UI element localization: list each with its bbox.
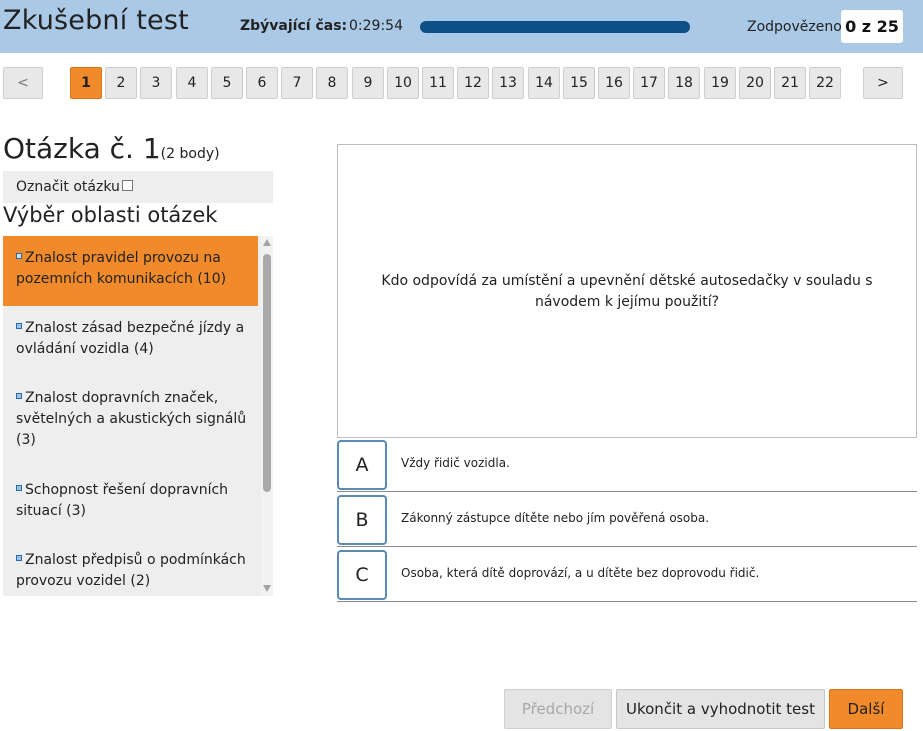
area-list-item[interactable]: Znalost pravidel provozu na pozemních ko… bbox=[3, 236, 258, 306]
area-item-label: Znalost dopravních značek, světelných a … bbox=[16, 390, 247, 448]
question-number-button[interactable]: 10 bbox=[387, 67, 419, 99]
answered-count: 0 z 25 bbox=[841, 10, 903, 43]
area-item-label: Znalost předpisů o podmínkách provozu vo… bbox=[16, 552, 246, 589]
scroll-up-arrow-icon[interactable] bbox=[263, 239, 271, 246]
page-title: Zkušební test bbox=[3, 5, 189, 36]
nav-prev-button[interactable]: < bbox=[3, 67, 43, 99]
question-number-button[interactable]: 16 bbox=[598, 67, 630, 99]
question-number-button[interactable]: 6 bbox=[246, 67, 278, 99]
answer-letter-button[interactable]: A bbox=[337, 440, 387, 490]
next-button[interactable]: Další bbox=[829, 689, 903, 729]
question-number-button[interactable]: 11 bbox=[422, 67, 454, 99]
answer-text: Osoba, která dítě doprovází, a u dítěte … bbox=[401, 566, 760, 580]
question-number-button[interactable]: 20 bbox=[739, 67, 771, 99]
area-list-scrollbar[interactable] bbox=[261, 236, 273, 596]
answer-letter-button[interactable]: C bbox=[337, 550, 387, 600]
finish-test-button[interactable]: Ukončit a vyhodnotit test bbox=[616, 689, 825, 729]
question-number-button[interactable]: 22 bbox=[809, 67, 841, 99]
question-number-button[interactable]: 7 bbox=[281, 67, 313, 99]
area-item-label: Znalost pravidel provozu na pozemních ko… bbox=[16, 250, 227, 287]
previous-button[interactable]: Předchozí bbox=[504, 689, 612, 729]
question-number-button[interactable]: 21 bbox=[774, 67, 806, 99]
bullet-icon bbox=[16, 485, 22, 491]
time-progress-bar bbox=[420, 21, 690, 33]
scroll-thumb[interactable] bbox=[263, 254, 271, 492]
area-selection-title: Výběr oblasti otázek bbox=[3, 203, 218, 227]
question-number-button[interactable]: 14 bbox=[528, 67, 560, 99]
remaining-time-value: 0:29:54 bbox=[349, 18, 403, 34]
question-box: Kdo odpovídá za umístění a upevnění děts… bbox=[337, 144, 917, 438]
area-list: Znalost pravidel provozu na pozemních ko… bbox=[3, 236, 273, 596]
remaining-time-label: Zbývající čas: bbox=[240, 18, 348, 34]
question-number-button[interactable]: 19 bbox=[704, 67, 736, 99]
question-text: Kdo odpovídá za umístění a upevnění děts… bbox=[381, 273, 873, 310]
answer-text: Vždy řidič vozidla. bbox=[401, 456, 510, 470]
scroll-down-arrow-icon[interactable] bbox=[263, 585, 271, 592]
nav-next-button[interactable]: > bbox=[863, 67, 903, 99]
answer-text: Zákonný zástupce dítěte nebo jím pověřen… bbox=[401, 511, 710, 525]
mark-question-row[interactable]: Označit otázku bbox=[3, 171, 273, 203]
question-number-button[interactable]: 2 bbox=[105, 67, 137, 99]
question-number-button[interactable]: 5 bbox=[211, 67, 243, 99]
question-number-button[interactable]: 15 bbox=[563, 67, 595, 99]
question-points: (2 body) bbox=[160, 146, 220, 162]
answered-label: Zodpovězeno bbox=[747, 19, 842, 35]
area-list-item[interactable]: Schopnost řešení dopravních situací (3) bbox=[3, 468, 258, 522]
area-item-label: Schopnost řešení dopravních situací (3) bbox=[16, 482, 229, 519]
answer-option[interactable]: C Osoba, která dítě doprovází, a u dítěte… bbox=[337, 549, 917, 602]
question-number-button[interactable]: 13 bbox=[492, 67, 524, 99]
area-list-item[interactable]: Znalost předpisů o podmínkách provozu vo… bbox=[3, 538, 258, 592]
header-bar: Zkušební test Zbývající čas: 0:29:54 Zod… bbox=[0, 0, 923, 53]
bullet-icon bbox=[16, 393, 22, 399]
bullet-icon bbox=[16, 555, 22, 561]
answer-letter-button[interactable]: B bbox=[337, 495, 387, 545]
question-number-button[interactable]: 12 bbox=[457, 67, 489, 99]
area-list-item[interactable]: Znalost zásad bezpečné jízdy a ovládání … bbox=[3, 306, 258, 360]
question-number-button[interactable]: 9 bbox=[352, 67, 384, 99]
area-list-item[interactable]: Znalost dopravních značek, světelných a … bbox=[3, 376, 258, 451]
question-number-button[interactable]: 3 bbox=[140, 67, 172, 99]
mark-question-label: Označit otázku bbox=[16, 179, 120, 195]
question-number-button[interactable]: 8 bbox=[316, 67, 348, 99]
question-number-button[interactable]: 17 bbox=[633, 67, 665, 99]
area-item-label: Znalost zásad bezpečné jízdy a ovládání … bbox=[16, 320, 245, 357]
question-number-button[interactable]: 4 bbox=[176, 67, 208, 99]
answer-option[interactable]: B Zákonný zástupce dítěte nebo jím pověře… bbox=[337, 494, 917, 547]
mark-question-checkbox[interactable] bbox=[121, 179, 133, 191]
question-number-button[interactable]: 18 bbox=[668, 67, 700, 99]
question-number-title: Otázka č. 1 bbox=[3, 132, 161, 165]
answer-option[interactable]: A Vždy řidič vozidla. bbox=[337, 439, 917, 492]
bullet-icon bbox=[16, 323, 22, 329]
bullet-icon bbox=[16, 253, 22, 259]
question-heading: Otázka č. 1(2 body) bbox=[3, 132, 220, 165]
question-number-button[interactable]: 1 bbox=[70, 67, 102, 99]
